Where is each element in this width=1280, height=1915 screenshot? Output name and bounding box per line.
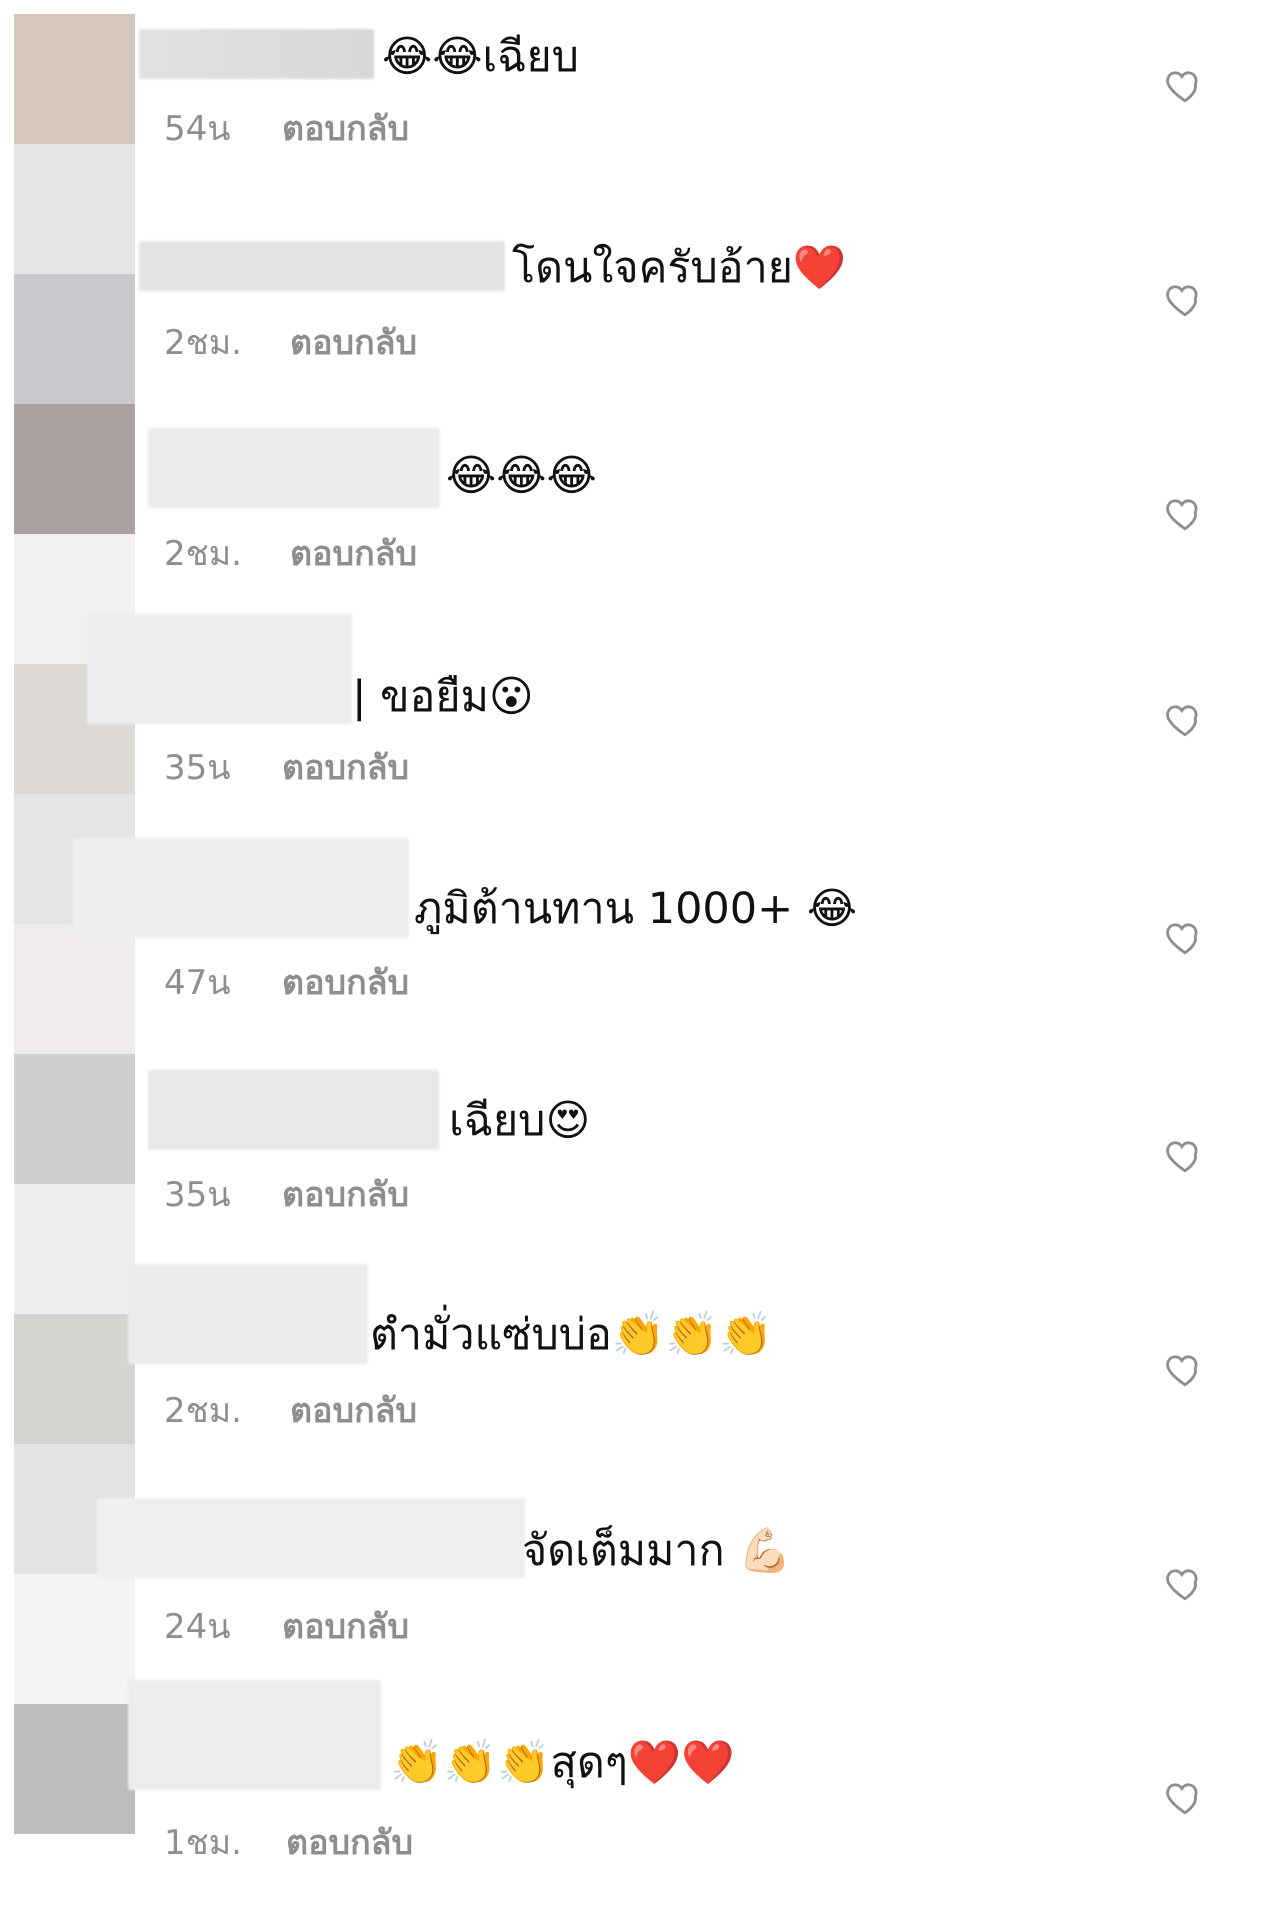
username-blur bbox=[148, 1070, 439, 1150]
heart-outline-icon[interactable] bbox=[1164, 916, 1206, 958]
comment-time: 35น bbox=[164, 748, 231, 788]
username-blur bbox=[128, 1264, 368, 1364]
heart-outline-icon[interactable] bbox=[1164, 1562, 1206, 1604]
comment-text: เฉียบ😍 bbox=[449, 1096, 591, 1146]
reply-button[interactable]: ตอบกลับ bbox=[282, 112, 409, 146]
username-blur bbox=[139, 241, 505, 291]
username-blur bbox=[97, 1498, 525, 1578]
comment-time: 2ชม. bbox=[164, 1391, 242, 1431]
comment-text: 👏👏👏สุดๆ❤️❤️ bbox=[390, 1738, 735, 1788]
comment-item: ตำมั่วแซ่บบ่อ👏👏👏 2ชม. ตอบกลับ bbox=[0, 1264, 1280, 1498]
comment-item: โดนใจครับอ้าย❤️ 2ชม. ตอบกลับ bbox=[0, 214, 1280, 428]
comment-time: 24น bbox=[164, 1607, 231, 1647]
comment-time: 54น bbox=[164, 109, 231, 149]
reply-button[interactable]: ตอบกลับ bbox=[290, 326, 417, 360]
comment-text: 😂😂เฉียบ bbox=[382, 32, 579, 82]
username-blur bbox=[73, 838, 409, 938]
comment-item: | ขอยืม😮 35น ตอบกลับ bbox=[0, 614, 1280, 856]
heart-outline-icon[interactable] bbox=[1164, 698, 1206, 740]
heart-outline-icon[interactable] bbox=[1164, 1776, 1206, 1818]
comments-screen: 😂😂เฉียบ 54น ตอบกลับ โดนใจครับอ้าย❤️ 2ชม.… bbox=[0, 0, 1280, 1915]
comment-item: เฉียบ😍 35น ตอบกลับ bbox=[0, 1070, 1280, 1284]
comment-text: | ขอยืม😮 bbox=[352, 672, 534, 722]
comment-item: 👏👏👏สุดๆ❤️❤️ 1ชม. ตอบกลับ bbox=[0, 1680, 1280, 1894]
comment-time: 35น bbox=[164, 1175, 231, 1215]
reply-button[interactable]: ตอบกลับ bbox=[282, 966, 409, 1000]
username-blur bbox=[139, 29, 374, 79]
heart-outline-icon[interactable] bbox=[1164, 492, 1206, 534]
comment-text: ภูมิต้านทาน 1000+ 😂 bbox=[414, 884, 858, 934]
comment-time: 2ชม. bbox=[164, 323, 242, 363]
heart-outline-icon[interactable] bbox=[1164, 1134, 1206, 1176]
comment-time: 47น bbox=[164, 963, 231, 1003]
comment-item: ภูมิต้านทาน 1000+ 😂 47น ตอบกลับ bbox=[0, 838, 1280, 1070]
comment-item: 😂😂😂 2ชม. ตอบกลับ bbox=[0, 428, 1280, 642]
username-blur bbox=[148, 428, 440, 508]
reply-button[interactable]: ตอบกลับ bbox=[282, 1178, 409, 1212]
comment-time: 1ชม. bbox=[164, 1823, 242, 1863]
reply-button[interactable]: ตอบกลับ bbox=[290, 537, 417, 571]
username-blur bbox=[87, 614, 352, 724]
reply-button[interactable]: ตอบกลับ bbox=[290, 1394, 417, 1428]
reply-button[interactable]: ตอบกลับ bbox=[282, 751, 409, 785]
comment-item: 😂😂เฉียบ 54น ตอบกลับ bbox=[0, 0, 1280, 214]
reply-button[interactable]: ตอบกลับ bbox=[282, 1610, 409, 1644]
comment-text: จัดเต็มมาก 💪🏻 bbox=[522, 1526, 792, 1576]
heart-outline-icon[interactable] bbox=[1164, 1348, 1206, 1390]
heart-outline-icon[interactable] bbox=[1164, 278, 1206, 320]
username-blur bbox=[128, 1680, 381, 1790]
comment-text: 😂😂😂 bbox=[446, 451, 597, 501]
reply-button[interactable]: ตอบกลับ bbox=[286, 1826, 413, 1860]
comment-text: ตำมั่วแซ่บบ่อ👏👏👏 bbox=[370, 1310, 773, 1360]
comment-time: 2ชม. bbox=[164, 534, 242, 574]
heart-outline-icon[interactable] bbox=[1164, 64, 1206, 106]
comment-text: โดนใจครับอ้าย❤️ bbox=[512, 243, 847, 293]
